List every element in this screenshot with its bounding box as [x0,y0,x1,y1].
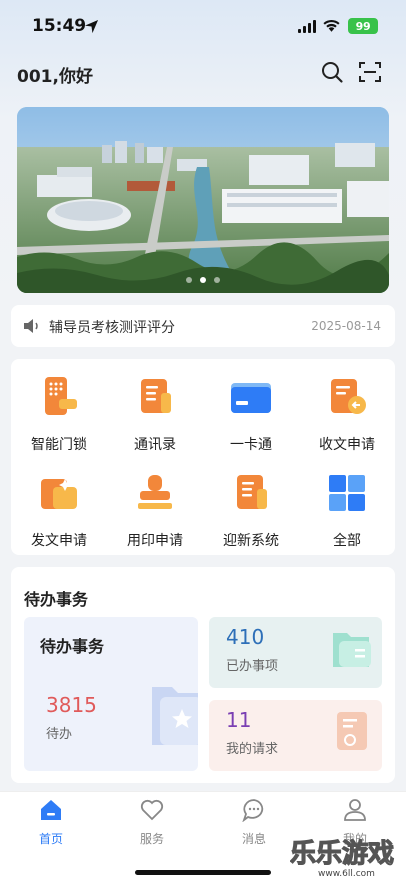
banner-carousel[interactable] [17,107,389,293]
status-time: 15:49 [32,16,87,36]
app-welcome-system[interactable]: 迎新系统 [203,455,299,549]
notice-date: 2025-08-14 [311,319,381,333]
pending-count: 3815 [46,693,97,717]
app-label: 一卡通 [230,437,272,453]
all-apps-icon [329,475,365,511]
app-smart-lock[interactable]: 智能门锁 [11,359,107,453]
app-seal[interactable]: 用印申请 [107,455,203,549]
app-contacts[interactable]: 通讯录 [107,359,203,453]
app-label: 发文申请 [31,533,87,549]
app-all[interactable]: 全部 [299,455,395,549]
receive-doc-icon [331,379,366,414]
home-indicator [135,870,271,875]
todo-section: 待办事务 待办事务 3815 待办 410 已办事项 11 我的请求 [11,567,395,783]
watermark-url: www.6ll.com [318,869,375,879]
location-arrow-icon [84,19,99,34]
message-icon [242,799,264,822]
app-grid: 智能门锁 通讯录 一卡通 收文申请 发文申请 用印申请 迎新系统 全部 [11,359,395,555]
app-send-doc[interactable]: 发文申请 [11,455,107,549]
tab-home[interactable]: 首页 [21,798,81,848]
tab-label: 消息 [241,832,266,846]
card-icon [231,383,271,413]
pending-card[interactable]: 待办事务 3815 待办 [24,617,198,771]
battery-indicator: 99 [348,18,378,34]
contacts-icon [141,379,171,413]
done-label: 已办事项 [226,659,279,674]
tab-label: 首页 [38,832,63,846]
done-count: 410 [226,625,265,649]
wifi-icon [323,19,340,32]
user-icon [344,799,366,821]
folder-check-icon [333,633,371,667]
pending-label: 待办 [46,727,73,742]
search-icon[interactable] [320,60,344,84]
scan-icon[interactable] [358,60,382,84]
app-receive-doc[interactable]: 收文申请 [299,359,395,453]
carousel-dot-active[interactable] [200,277,206,283]
speaker-icon [24,319,38,333]
app-label: 迎新系统 [223,533,279,549]
todo-section-title: 待办事务 [24,590,89,609]
app-label: 通讯录 [134,437,176,453]
tab-services[interactable]: 服务 [122,798,182,848]
app-label: 智能门锁 [31,437,87,453]
status-bar: 15:49 99 [0,0,406,52]
request-count: 11 [226,708,252,732]
done-card[interactable]: 410 已办事项 [209,617,382,688]
app-label: 全部 [333,533,361,549]
carousel-dot[interactable] [186,277,192,283]
notice-title: 辅导员考核测评评分 [49,320,175,336]
app-label: 收文申请 [319,437,375,453]
carousel-indicator [17,277,389,283]
pending-card-title: 待办事务 [40,637,105,656]
cellular-signal-icon [298,20,316,33]
seal-icon [138,475,172,509]
battery-level: 99 [355,19,371,33]
send-doc-icon [41,479,77,509]
svg-text:乐乐游戏: 乐乐游戏 [290,839,394,869]
request-label: 我的请求 [226,742,279,757]
tab-label: 服务 [139,832,164,846]
campus-aerial-image [17,107,389,293]
app-card[interactable]: 一卡通 [203,359,299,453]
document-request-icon [337,712,367,750]
carousel-dot[interactable] [214,277,220,283]
folder-star-icon [152,687,198,745]
tab-messages[interactable]: 消息 [224,798,284,848]
header: 001,你好 [0,52,406,96]
heart-icon [140,799,164,821]
greeting-title: 001,你好 [17,67,93,87]
notice-bar[interactable]: 辅导员考核测评评分 2025-08-14 [11,305,395,347]
app-label: 用印申请 [127,533,183,549]
smart-lock-icon [45,377,77,415]
welcome-system-icon [237,475,267,509]
home-icon [41,800,61,820]
request-card[interactable]: 11 我的请求 [209,700,382,771]
